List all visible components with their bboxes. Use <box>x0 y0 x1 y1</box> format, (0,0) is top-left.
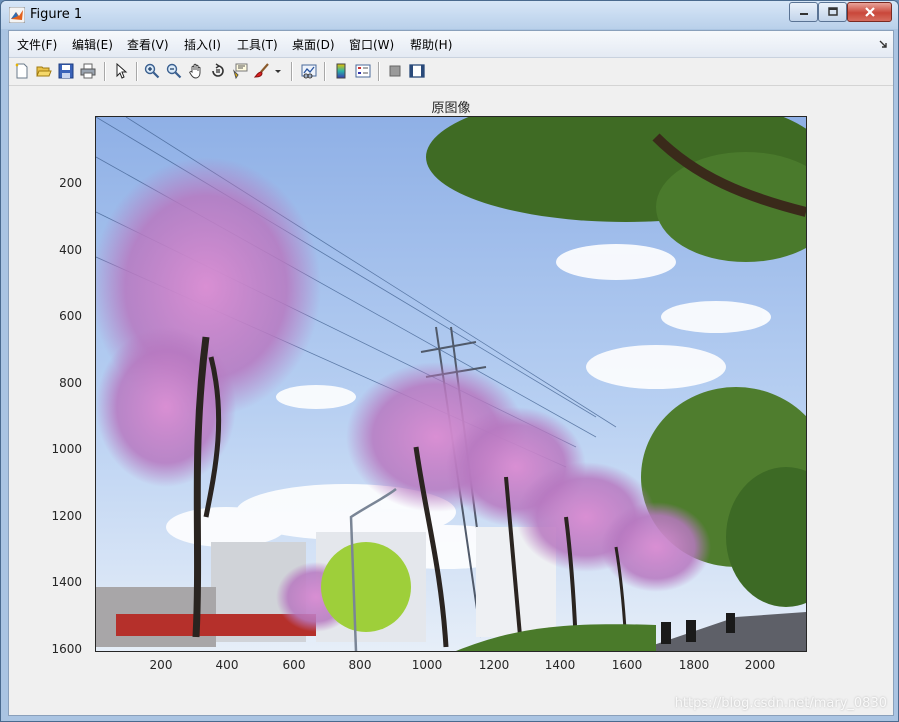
data-cursor-button[interactable] <box>230 61 250 81</box>
brush-button[interactable] <box>252 61 272 81</box>
minimize-icon <box>799 13 808 15</box>
x-tick-label: 200 <box>149 658 173 672</box>
hide-plot-tools-icon <box>389 65 401 77</box>
y-tick-label: 1000 <box>51 442 82 456</box>
x-tick-label: 1600 <box>611 658 643 672</box>
brush-dropdown[interactable] <box>273 61 283 81</box>
menu-tools[interactable]: 工具(T) <box>237 36 278 53</box>
watermark-text: https://blog.csdn.net/mary_0830 <box>674 696 887 711</box>
y-tick-label: 600 <box>59 309 82 323</box>
link-plot-button[interactable] <box>299 61 319 81</box>
dock-arrow-icon[interactable] <box>879 40 888 49</box>
y-tick-label: 800 <box>59 376 82 390</box>
new-figure-icon <box>15 63 28 79</box>
minimize-button[interactable] <box>789 2 818 22</box>
menu-help[interactable]: 帮助(H) <box>410 36 452 53</box>
figure-client-area: 文件(F) 编辑(E) 查看(V) 插入(I) 工具(T) 桌面(D) 窗口(W… <box>8 30 894 716</box>
pointer-icon <box>116 63 128 79</box>
zoom-out-icon <box>166 63 182 79</box>
menu-file[interactable]: 文件(F) <box>17 36 57 53</box>
window-title: Figure 1 <box>30 7 83 22</box>
pan-button[interactable] <box>186 61 206 81</box>
x-tick-label: 1200 <box>478 658 510 672</box>
zoom-in-icon <box>144 63 160 79</box>
toolbar-separator <box>378 62 380 81</box>
zoom-out-button[interactable] <box>164 61 184 81</box>
y-tick-label: 400 <box>59 243 82 257</box>
maximize-button[interactable] <box>818 2 847 22</box>
menu-view[interactable]: 查看(V) <box>127 36 169 53</box>
save-icon <box>58 63 74 79</box>
pointer-button[interactable] <box>111 61 131 81</box>
menu-insert[interactable]: 插入(I) <box>184 36 221 53</box>
colorbar-icon <box>336 63 346 79</box>
link-plot-icon <box>301 64 317 79</box>
y-tick-label: 1400 <box>51 575 82 589</box>
y-tick-label: 1600 <box>51 642 82 656</box>
brush-icon <box>254 63 269 78</box>
x-tick-label: 2000 <box>744 658 776 672</box>
show-plot-tools-button[interactable] <box>407 61 427 81</box>
maximize-icon <box>827 7 838 16</box>
menu-desktop[interactable]: 桌面(D) <box>292 36 335 53</box>
data-cursor-icon <box>232 63 248 79</box>
menu-window[interactable]: 窗口(W) <box>349 36 394 53</box>
image-axes[interactable] <box>95 116 807 652</box>
x-tick-label: 1400 <box>544 658 576 672</box>
rotate-3d-icon <box>212 63 224 77</box>
legend-icon <box>355 64 371 78</box>
zoom-in-button[interactable] <box>142 61 162 81</box>
figure-canvas: 原图像 200 400 600 800 1000 1200 1400 1600 … <box>9 86 893 715</box>
x-tick-label: 600 <box>282 658 306 672</box>
toolbar-separator <box>136 62 138 81</box>
legend-button[interactable] <box>353 61 373 81</box>
print-icon <box>80 63 96 79</box>
x-tick-label: 1800 <box>678 658 710 672</box>
colorbar-button[interactable] <box>331 61 351 81</box>
axes-title: 原图像 <box>431 101 471 116</box>
close-icon <box>864 7 875 17</box>
open-file-icon <box>36 66 52 77</box>
menu-bar: 文件(F) 编辑(E) 查看(V) 插入(I) 工具(T) 桌面(D) 窗口(W… <box>9 31 893 58</box>
pan-hand-icon <box>189 63 201 79</box>
print-button[interactable] <box>78 61 98 81</box>
toolbar-separator <box>291 62 293 81</box>
x-tick-label: 800 <box>348 658 372 672</box>
matlab-logo-icon <box>9 7 25 23</box>
open-file-button[interactable] <box>34 61 54 81</box>
brush-dropdown-icon <box>275 70 281 73</box>
x-tick-label: 1000 <box>411 658 443 672</box>
x-tick-label: 400 <box>215 658 239 672</box>
street-photo-image <box>96 117 806 651</box>
menu-edit[interactable]: 编辑(E) <box>72 36 113 53</box>
new-figure-button[interactable] <box>12 61 32 81</box>
y-tick-label: 200 <box>59 176 82 190</box>
figure-window: Figure 1 文件(F) 编辑(E) 查看(V) 插入(I) 工具(T) 桌… <box>0 0 899 722</box>
figure-toolbar <box>9 58 893 86</box>
toolbar-separator <box>104 62 106 81</box>
title-bar: Figure 1 <box>1 1 898 29</box>
show-plot-tools-icon <box>409 64 425 78</box>
close-button[interactable] <box>847 2 892 22</box>
rotate-3d-button[interactable] <box>208 61 228 81</box>
toolbar-separator <box>324 62 326 81</box>
y-tick-label: 1200 <box>51 509 82 523</box>
save-button[interactable] <box>56 61 76 81</box>
hide-plot-tools-button[interactable] <box>385 61 405 81</box>
